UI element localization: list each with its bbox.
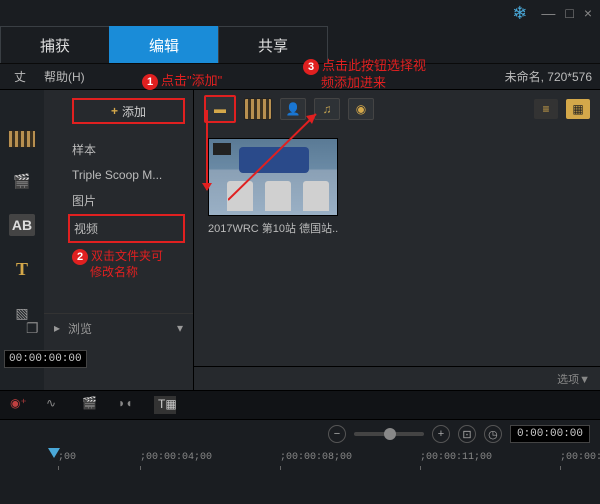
ruler-tick: ;00:00:1 (560, 452, 600, 463)
title-bar: ❄ — □ × (0, 0, 600, 26)
timeline-toolbar: ◉⁺ ∿ 🎬 ◗◖ T▦ (0, 390, 600, 420)
clip-tool-icon[interactable]: 🎬 (9, 170, 35, 192)
ab-tool-icon[interactable]: AB (9, 214, 35, 236)
browse-arrow-icon: ▸ (54, 321, 60, 335)
tool-column: 🎬 AB T ▧ FX (0, 90, 44, 390)
duplicate-icon[interactable]: ❐ (26, 320, 39, 337)
tab-share[interactable]: 共享 (218, 26, 328, 63)
app-badge-icon: ❄ (512, 3, 527, 24)
close-button[interactable]: × (584, 5, 592, 21)
timecode-left[interactable]: 00:00:00:00 (4, 350, 87, 368)
tl-audio-icon[interactable]: ∿ (46, 396, 68, 414)
tl-record-icon[interactable]: ◉⁺ (10, 396, 32, 414)
timecode-right[interactable]: 0:00:00:00 (510, 425, 590, 443)
ruler-tick: ;00:00:04;00 (140, 452, 212, 463)
ruler-tick: ;00:00:11;00 (420, 452, 492, 463)
timeline-ruler[interactable]: ;00 ;00:00:04;00 ;00:00:08;00 ;00:00:11;… (0, 448, 600, 470)
zoom-row: − + ⊡ ◷ 0:00:00:00 (0, 420, 600, 448)
add-button[interactable]: + 添加 (72, 98, 185, 124)
folder-icon: ▬ (214, 102, 226, 116)
zoom-fit-button[interactable]: ⊡ (458, 425, 476, 443)
main-tabs: 捕获 编辑 共享 (0, 26, 600, 64)
zoom-clock-button[interactable]: ◷ (484, 425, 502, 443)
ruler-tick: ;00 (58, 452, 76, 463)
folder-scoop[interactable]: Triple Scoop M... (44, 163, 193, 187)
annotation-2-text: 2双击文件夹可 修改名称 (44, 247, 193, 285)
maximize-button[interactable]: □ (565, 5, 573, 21)
annotation-arrow-2 (228, 110, 318, 200)
media-tool-icon[interactable] (8, 130, 36, 148)
minimize-button[interactable]: — (541, 5, 555, 21)
menu-bar: 丈 帮助(H) 未命名, 720*576 (0, 64, 600, 90)
zoom-in-button[interactable]: + (432, 425, 450, 443)
tab-capture[interactable]: 捕获 (0, 26, 110, 63)
menu-help[interactable]: 帮助(H) (38, 66, 91, 87)
annotation-arrow-1 (206, 110, 208, 190)
browse-label: 浏览 (68, 320, 92, 337)
title-tool-icon[interactable]: T (9, 258, 35, 280)
tl-title-icon[interactable]: T▦ (154, 396, 176, 414)
folder-video[interactable]: 视频 (68, 214, 185, 243)
add-button-label: 添加 (122, 103, 146, 120)
folder-sample[interactable]: 样本 (44, 136, 193, 163)
ruler-tick: ;00:00:08;00 (280, 452, 352, 463)
annotation-badge-2: 2 (72, 249, 88, 265)
menu-file[interactable]: 丈 (8, 66, 32, 87)
options-row[interactable]: 选项▼ (194, 366, 600, 390)
folder-list: 样本 Triple Scoop M... 图片 视频 (44, 132, 193, 247)
filter-color-button[interactable]: ◉ (348, 98, 374, 120)
folder-pictures[interactable]: 图片 (44, 187, 193, 214)
view-grid-button[interactable]: ▦ (566, 99, 590, 119)
thumbnail-label: 2017WRC 第10站 德国站... (208, 216, 338, 240)
project-status: 未命名, 720*576 (505, 68, 592, 85)
tl-clip-icon[interactable]: 🎬 (82, 396, 104, 414)
zoom-slider[interactable] (354, 432, 424, 436)
chevron-down-icon: ▾ (177, 321, 183, 335)
plus-icon: + (111, 104, 118, 118)
media-panel: + 添加 样本 Triple Scoop M... 图片 视频 2双击文件夹可 … (44, 90, 194, 390)
tl-overlap-icon[interactable]: ◗◖ (118, 396, 140, 414)
view-list-button[interactable]: ≡ (534, 99, 558, 119)
browse-bar[interactable]: ▸ 浏览 ▾ (44, 313, 193, 343)
tab-edit[interactable]: 编辑 (109, 26, 219, 63)
zoom-out-button[interactable]: − (328, 425, 346, 443)
